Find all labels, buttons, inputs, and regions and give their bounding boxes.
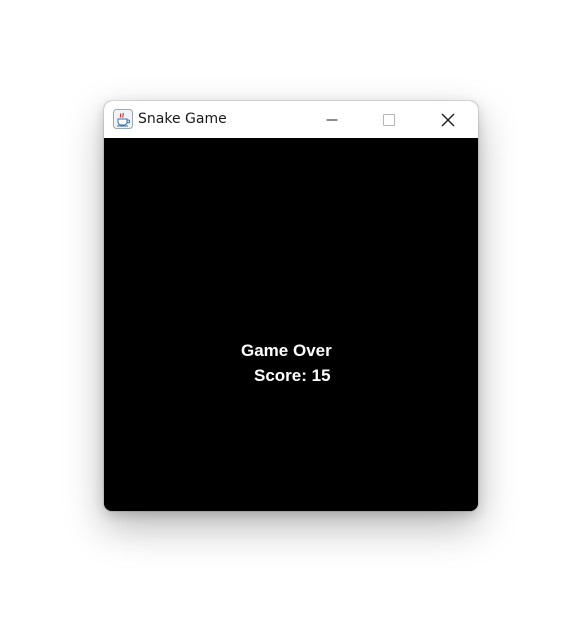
title-bar[interactable]: Snake Game [104,101,478,138]
close-button[interactable] [419,101,477,138]
window-title: Snake Game [138,111,227,127]
game-canvas[interactable] [104,138,478,511]
maximize-icon [383,113,395,126]
game-over-text: Game Over [241,341,332,360]
java-coffee-cup-icon[interactable] [113,109,133,129]
close-icon [441,113,455,126]
minimize-icon [326,119,338,120]
minimize-button[interactable] [303,101,361,138]
maximize-button[interactable] [360,101,418,138]
score-text: Score: 15 [254,366,331,385]
snake-game-window: Snake Game Game Over Score: 15 [104,101,478,511]
